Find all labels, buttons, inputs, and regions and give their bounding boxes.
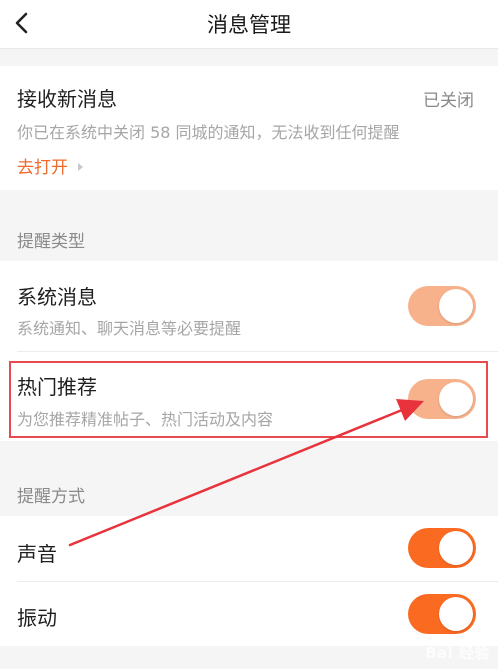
watermark: Bai 经验: [425, 644, 490, 662]
annotation-arrow: [68, 399, 424, 547]
